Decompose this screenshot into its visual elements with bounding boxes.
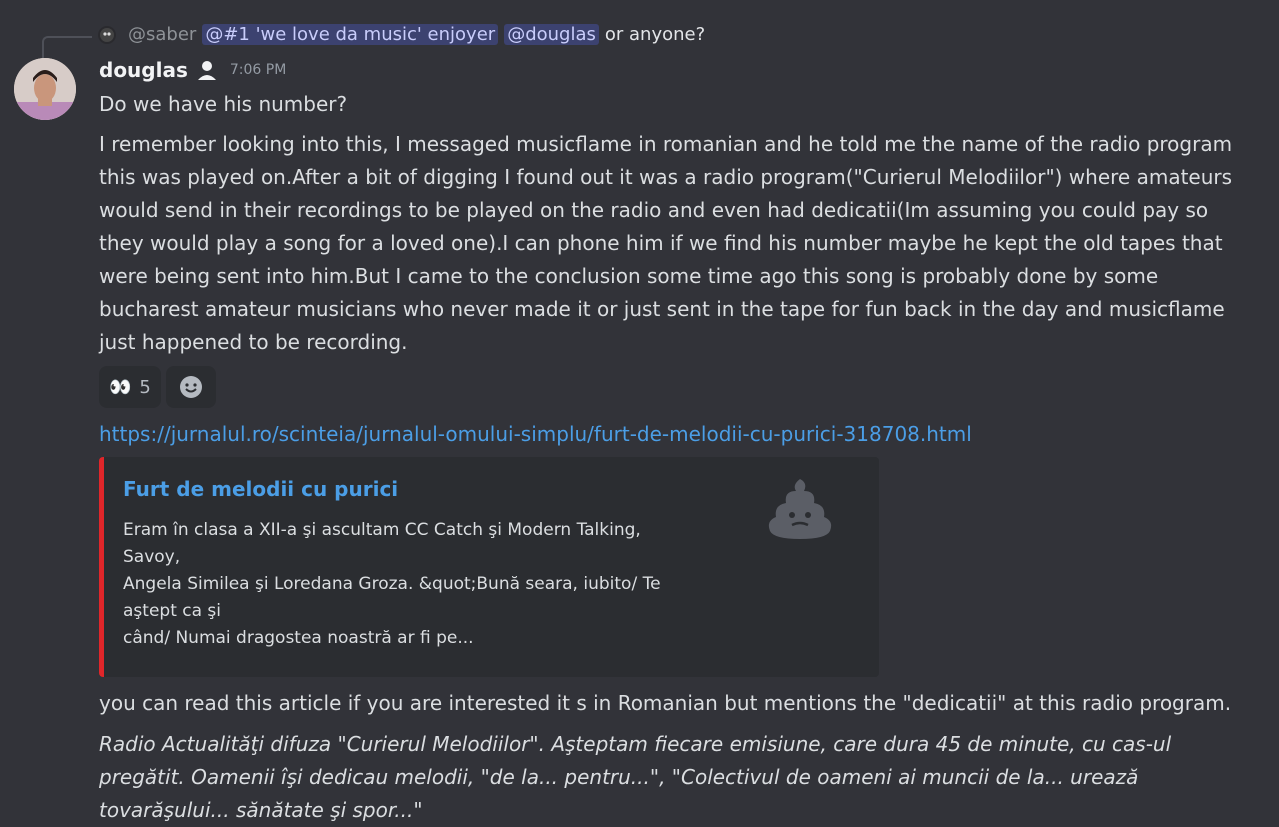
reply-avatar[interactable]	[98, 26, 116, 44]
reply-avatar-icon	[100, 28, 114, 42]
reaction-eyes[interactable]: 👀 5	[99, 366, 161, 408]
poop-icon[interactable]	[764, 473, 836, 545]
mention-tag[interactable]: @#1 'we love da music' enjoyer	[202, 24, 499, 45]
article-link[interactable]: https://jurnalul.ro/scinteia/jurnalul-om…	[99, 422, 972, 446]
link-embed: Furt de melodii cu purici Eram în clasa …	[99, 457, 879, 677]
message-line: Do we have his number?	[99, 92, 348, 116]
reactions-bar: 👀 5	[99, 366, 216, 408]
avatar[interactable]	[14, 58, 76, 120]
timestamp: 7:06 PM	[229, 62, 287, 78]
embed-desc-line: când/ Numai dragostea noastră ar fi pe..…	[123, 628, 474, 648]
add-reaction-button[interactable]	[165, 366, 216, 408]
embed-desc-line: Savoy,	[123, 547, 181, 567]
username[interactable]: douglas	[99, 58, 188, 82]
reply-text: or anyone?	[604, 24, 706, 45]
reply-username[interactable]: @saber	[128, 24, 196, 45]
reply-spine	[42, 36, 92, 60]
embed-description: Eram în clasa a XII-a şi ascultam CC Cat…	[123, 517, 723, 652]
embed-desc-line: Eram în clasa a XII-a şi ascultam CC Cat…	[123, 520, 641, 540]
avatar-image	[14, 58, 76, 120]
reaction-count: 5	[139, 376, 151, 398]
mention-tag[interactable]: @douglas	[504, 24, 599, 45]
message-paragraph: I remember looking into this, I messaged…	[99, 132, 1233, 354]
smile-icon	[179, 376, 202, 398]
eyes-icon: 👀	[109, 376, 132, 398]
quoted-text: Radio Actualităţi difuza "Curierul Melod…	[99, 732, 1172, 822]
embed-title[interactable]: Furt de melodii cu purici	[123, 477, 398, 501]
embed-desc-line: Angela Similea şi Loredana Groza. &quot;…	[123, 574, 661, 594]
person-icon	[197, 61, 216, 80]
reply-reference[interactable]: @saber @#1 'we love da music' enjoyer @d…	[42, 22, 1242, 60]
embed-desc-line: aştept ca şi	[123, 601, 222, 621]
followup-text: you can read this article if you are int…	[99, 691, 1232, 715]
